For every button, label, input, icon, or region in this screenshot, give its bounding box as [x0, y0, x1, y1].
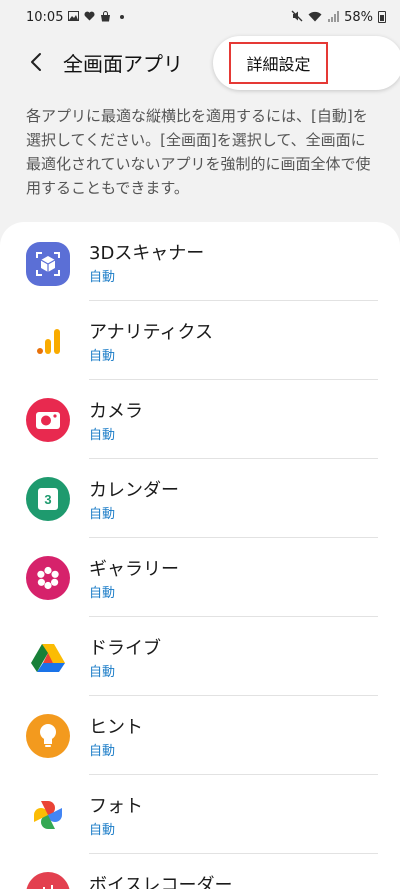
gallery-icon	[26, 556, 70, 600]
battery-icon	[378, 11, 386, 23]
app-name: ギャラリー	[89, 559, 179, 580]
wifi-icon	[308, 11, 322, 24]
app-mode: 自動	[89, 428, 116, 443]
image-icon	[68, 11, 80, 23]
list-item-analytics[interactable]: アナリティクス 自動	[0, 301, 400, 380]
list-item-voice-recorder[interactable]: ボイスレコーダー 自動	[0, 854, 400, 889]
drive-icon	[26, 635, 70, 679]
calendar-icon: 3	[26, 477, 70, 521]
app-mode: 自動	[89, 270, 116, 285]
analytics-icon	[26, 319, 70, 363]
3d-scanner-icon	[26, 242, 70, 286]
list-item-drive[interactable]: ドライブ 自動	[0, 617, 400, 696]
camera-icon	[26, 398, 70, 442]
status-time: 10:05	[26, 9, 64, 25]
app-mode: 自動	[89, 744, 116, 759]
battery-percent: 58%	[344, 9, 373, 25]
app-name: カレンダー	[89, 480, 179, 501]
more-settings-button[interactable]: 詳細設定	[213, 36, 400, 90]
voice-recorder-icon	[26, 872, 70, 889]
signal-icon	[327, 10, 340, 24]
app-name: ヒント	[89, 717, 143, 738]
list-item-calendar[interactable]: 3 カレンダー 自動	[0, 459, 400, 538]
list-item-gallery[interactable]: ギャラリー 自動	[0, 538, 400, 617]
more-settings-label: 詳細設定	[229, 42, 328, 84]
list-item-3d-scanner[interactable]: 3Dスキャナー 自動	[0, 222, 400, 301]
app-name: ボイスレコーダー	[89, 875, 233, 889]
heart-icon	[84, 11, 95, 23]
photos-icon	[26, 793, 70, 837]
app-mode: 自動	[89, 823, 116, 838]
status-bar: 10:05 58%	[0, 0, 400, 34]
tips-icon	[26, 714, 70, 758]
app-name: 3Dスキャナー	[89, 243, 205, 264]
dot-icon	[120, 15, 125, 19]
mute-icon	[291, 10, 303, 24]
description-text: 各アプリに最適な縦横比を適用するには、[自動]を選択してください。[全画面]を選…	[26, 107, 371, 197]
header: 全画面アプリ 詳細設定	[0, 34, 400, 90]
back-button[interactable]	[19, 45, 53, 79]
list-item-photos[interactable]: フォト 自動	[0, 775, 400, 854]
app-name: ドライブ	[89, 638, 161, 659]
app-list: 3Dスキャナー 自動 アナリティクス 自動 カメラ 自動 3 カレンダー 自動	[0, 222, 400, 889]
app-mode: 自動	[89, 586, 116, 601]
status-bar-left: 10:05	[26, 9, 125, 25]
calendar-day: 3	[38, 488, 58, 510]
shopping-bag-icon	[100, 10, 111, 24]
app-mode: 自動	[89, 665, 116, 680]
chevron-left-icon	[31, 53, 41, 71]
app-mode: 自動	[89, 349, 116, 364]
app-name: アナリティクス	[89, 322, 214, 343]
app-name: フォト	[89, 796, 143, 817]
list-item-camera[interactable]: カメラ 自動	[0, 380, 400, 459]
app-mode: 自動	[89, 507, 116, 522]
status-bar-right: 58%	[291, 10, 386, 25]
app-name: カメラ	[89, 401, 143, 422]
list-item-tips[interactable]: ヒント 自動	[0, 696, 400, 775]
page-title: 全画面アプリ	[63, 51, 183, 76]
